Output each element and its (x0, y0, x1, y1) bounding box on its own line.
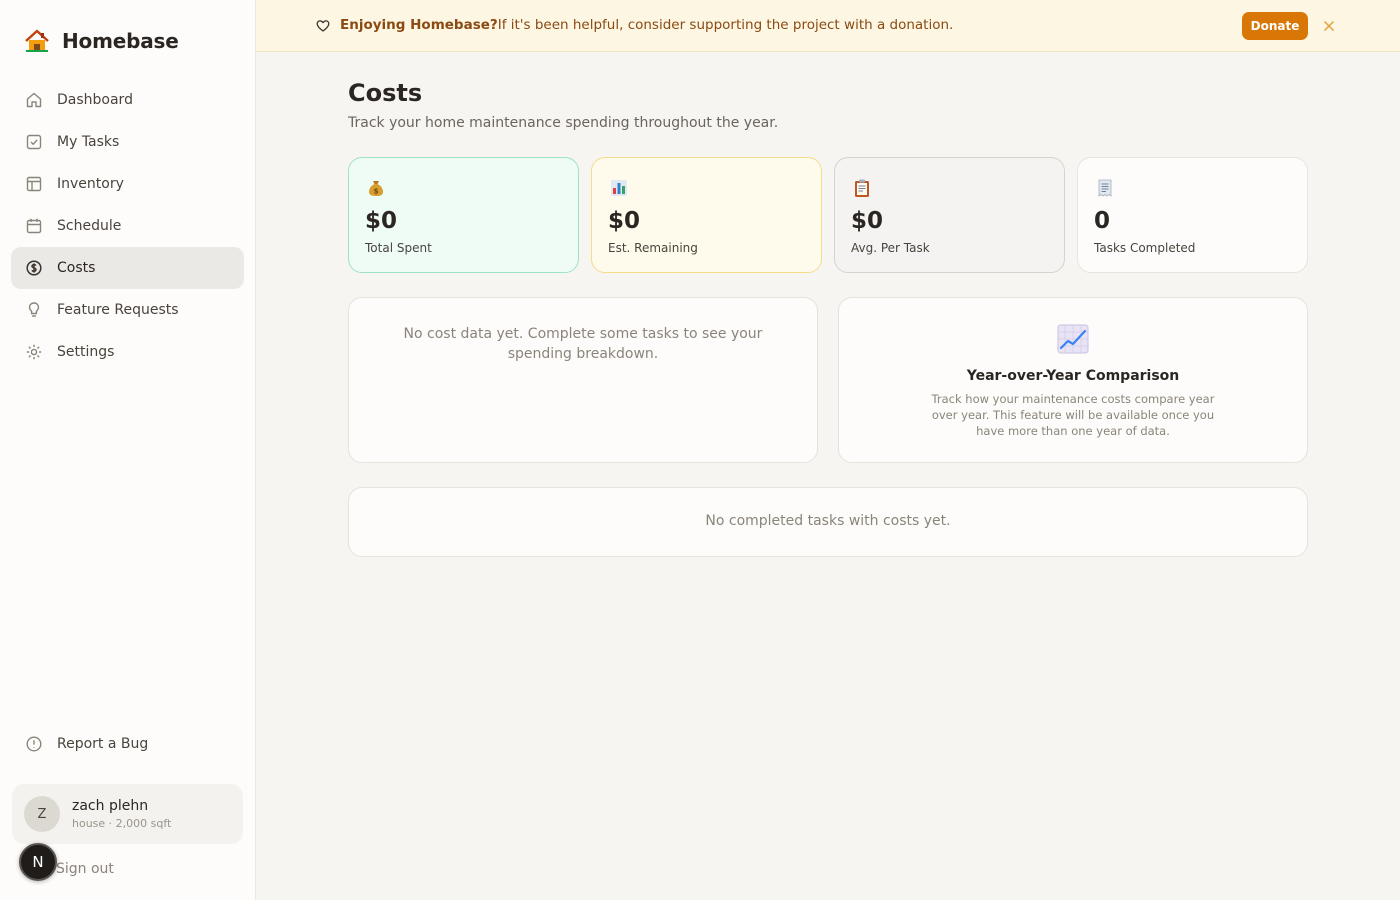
stat-card-avg-per-task: $0 Avg. Per Task (834, 157, 1065, 273)
stat-value: $0 (365, 208, 398, 234)
completed-empty-text: No completed tasks with costs yet. (705, 513, 951, 529)
sidebar-nav: Dashboard My Tasks Inventory Schedule Co… (11, 79, 244, 373)
dollar-circle-icon (25, 259, 43, 277)
banner-body: If it's been helpful, consider supportin… (497, 17, 954, 33)
house-logo-icon (24, 28, 50, 54)
user-profile-card[interactable]: Z zach plehn house · 2,000 sqft (12, 784, 243, 844)
alert-circle-icon (25, 735, 43, 753)
sidebar-item-label: Feature Requests (57, 302, 179, 318)
donation-banner: Enjoying Homebase?If it's been helpful, … (256, 0, 1400, 52)
avatar: Z (24, 796, 60, 832)
sidebar: Homebase Dashboard My Tasks Inventory Sc… (0, 0, 256, 900)
donate-button[interactable]: Donate (1242, 12, 1308, 40)
app-root: Homebase Dashboard My Tasks Inventory Sc… (0, 0, 1400, 900)
stat-label: Tasks Completed (1094, 241, 1196, 255)
gear-icon (25, 343, 43, 361)
page-subtitle: Track your home maintenance spending thr… (348, 115, 779, 131)
brand[interactable]: Homebase (24, 28, 179, 54)
yoy-comparison-panel: Year-over-Year Comparison Track how your… (838, 297, 1308, 463)
lightbulb-icon (25, 301, 43, 319)
svg-text:$: $ (374, 188, 379, 196)
stat-card-tasks-completed: 0 Tasks Completed (1077, 157, 1308, 273)
home-icon (25, 91, 43, 109)
sidebar-item-inventory[interactable]: Inventory (11, 163, 244, 205)
chart-increasing-icon (1057, 324, 1089, 354)
stat-value: $0 (608, 208, 641, 234)
user-info: zach plehn house · 2,000 sqft (72, 798, 171, 830)
banner-message: Enjoying Homebase?If it's been helpful, … (340, 17, 953, 33)
sidebar-item-label: Costs (57, 260, 96, 276)
sidebar-item-report-bug[interactable]: Report a Bug (11, 723, 244, 765)
brand-name: Homebase (62, 29, 179, 53)
sidebar-item-dashboard[interactable]: Dashboard (11, 79, 244, 121)
stat-value: 0 (1094, 208, 1111, 234)
sidebar-item-feature-requests[interactable]: Feature Requests (11, 289, 244, 331)
sidebar-item-settings[interactable]: Settings (11, 331, 244, 373)
stat-card-est-remaining: $0 Est. Remaining (591, 157, 822, 273)
sidebar-item-my-tasks[interactable]: My Tasks (11, 121, 244, 163)
cost-breakdown-panel: No cost data yet. Complete some tasks to… (348, 297, 818, 463)
heart-icon (316, 18, 330, 32)
dev-tools-badge[interactable]: N (19, 843, 57, 881)
page-title: Costs (348, 79, 423, 107)
layout-icon (25, 175, 43, 193)
sidebar-item-label: Dashboard (57, 92, 133, 108)
sign-out-button[interactable]: Sign out (56, 861, 114, 877)
stat-card-total-spent: $ $0 Total Spent (348, 157, 579, 273)
money-bag-icon: $ (366, 178, 386, 198)
stat-label: Est. Remaining (608, 241, 698, 255)
sidebar-item-costs[interactable]: Costs (11, 247, 244, 289)
banner-heading: Enjoying Homebase? (340, 17, 498, 33)
checkbox-icon (25, 133, 43, 151)
completed-tasks-panel: No completed tasks with costs yet. (348, 487, 1308, 557)
sidebar-item-label: Schedule (57, 218, 122, 234)
sidebar-item-label: Settings (57, 344, 115, 360)
receipt-icon (1095, 178, 1115, 198)
close-icon[interactable] (1322, 18, 1336, 32)
breakdown-empty-text: No cost data yet. Complete some tasks to… (403, 326, 763, 362)
report-bug-link[interactable]: Report a Bug (11, 723, 244, 765)
report-bug-label: Report a Bug (57, 736, 149, 752)
clipboard-icon (852, 178, 872, 198)
sidebar-item-label: My Tasks (57, 134, 120, 150)
sidebar-item-schedule[interactable]: Schedule (11, 205, 244, 247)
yoy-description: Track how your maintenance costs compare… (931, 392, 1215, 438)
bar-chart-icon (609, 178, 629, 198)
sidebar-item-label: Inventory (57, 176, 124, 192)
stat-label: Total Spent (365, 241, 432, 255)
stat-value: $0 (851, 208, 884, 234)
main-content: Enjoying Homebase?If it's been helpful, … (256, 0, 1400, 900)
yoy-title: Year-over-Year Comparison (966, 368, 1180, 384)
user-name: zach plehn (72, 798, 149, 814)
user-home-meta: house · 2,000 sqft (72, 817, 172, 830)
stat-label: Avg. Per Task (851, 241, 930, 255)
calendar-icon (25, 217, 43, 235)
